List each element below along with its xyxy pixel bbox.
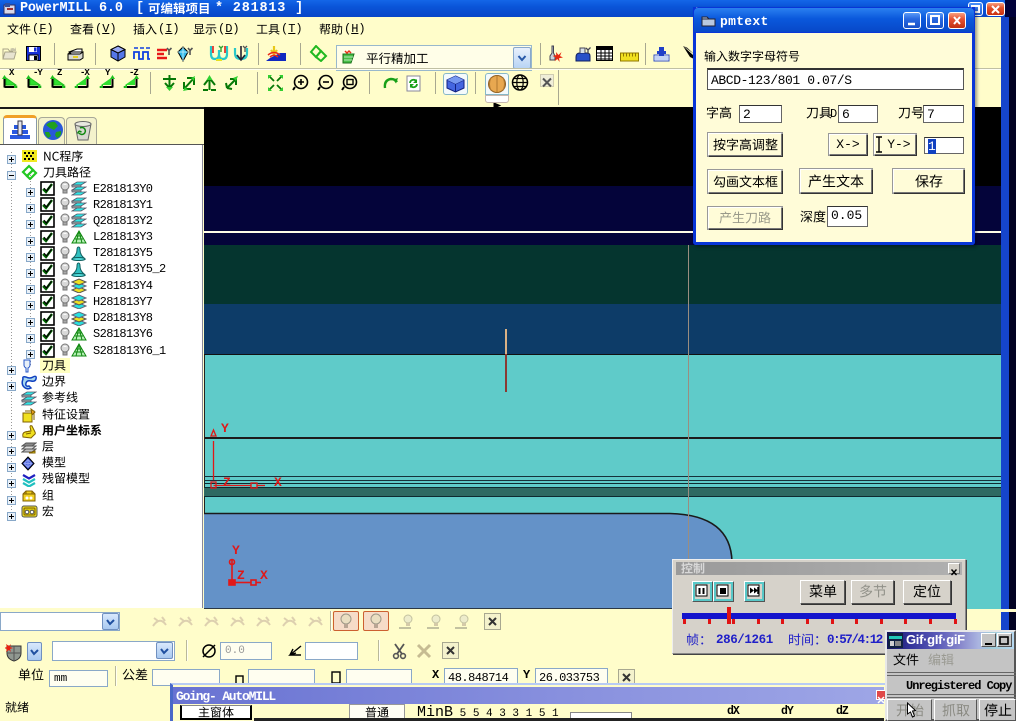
svg-text:Z: Z [237,568,245,583]
svg-text:Y: Y [221,421,229,436]
svg-text:X: X [260,568,268,583]
svg-text:Y: Y [232,543,240,558]
svg-text:Z: Z [223,475,231,490]
svg-text:X: X [274,475,282,490]
